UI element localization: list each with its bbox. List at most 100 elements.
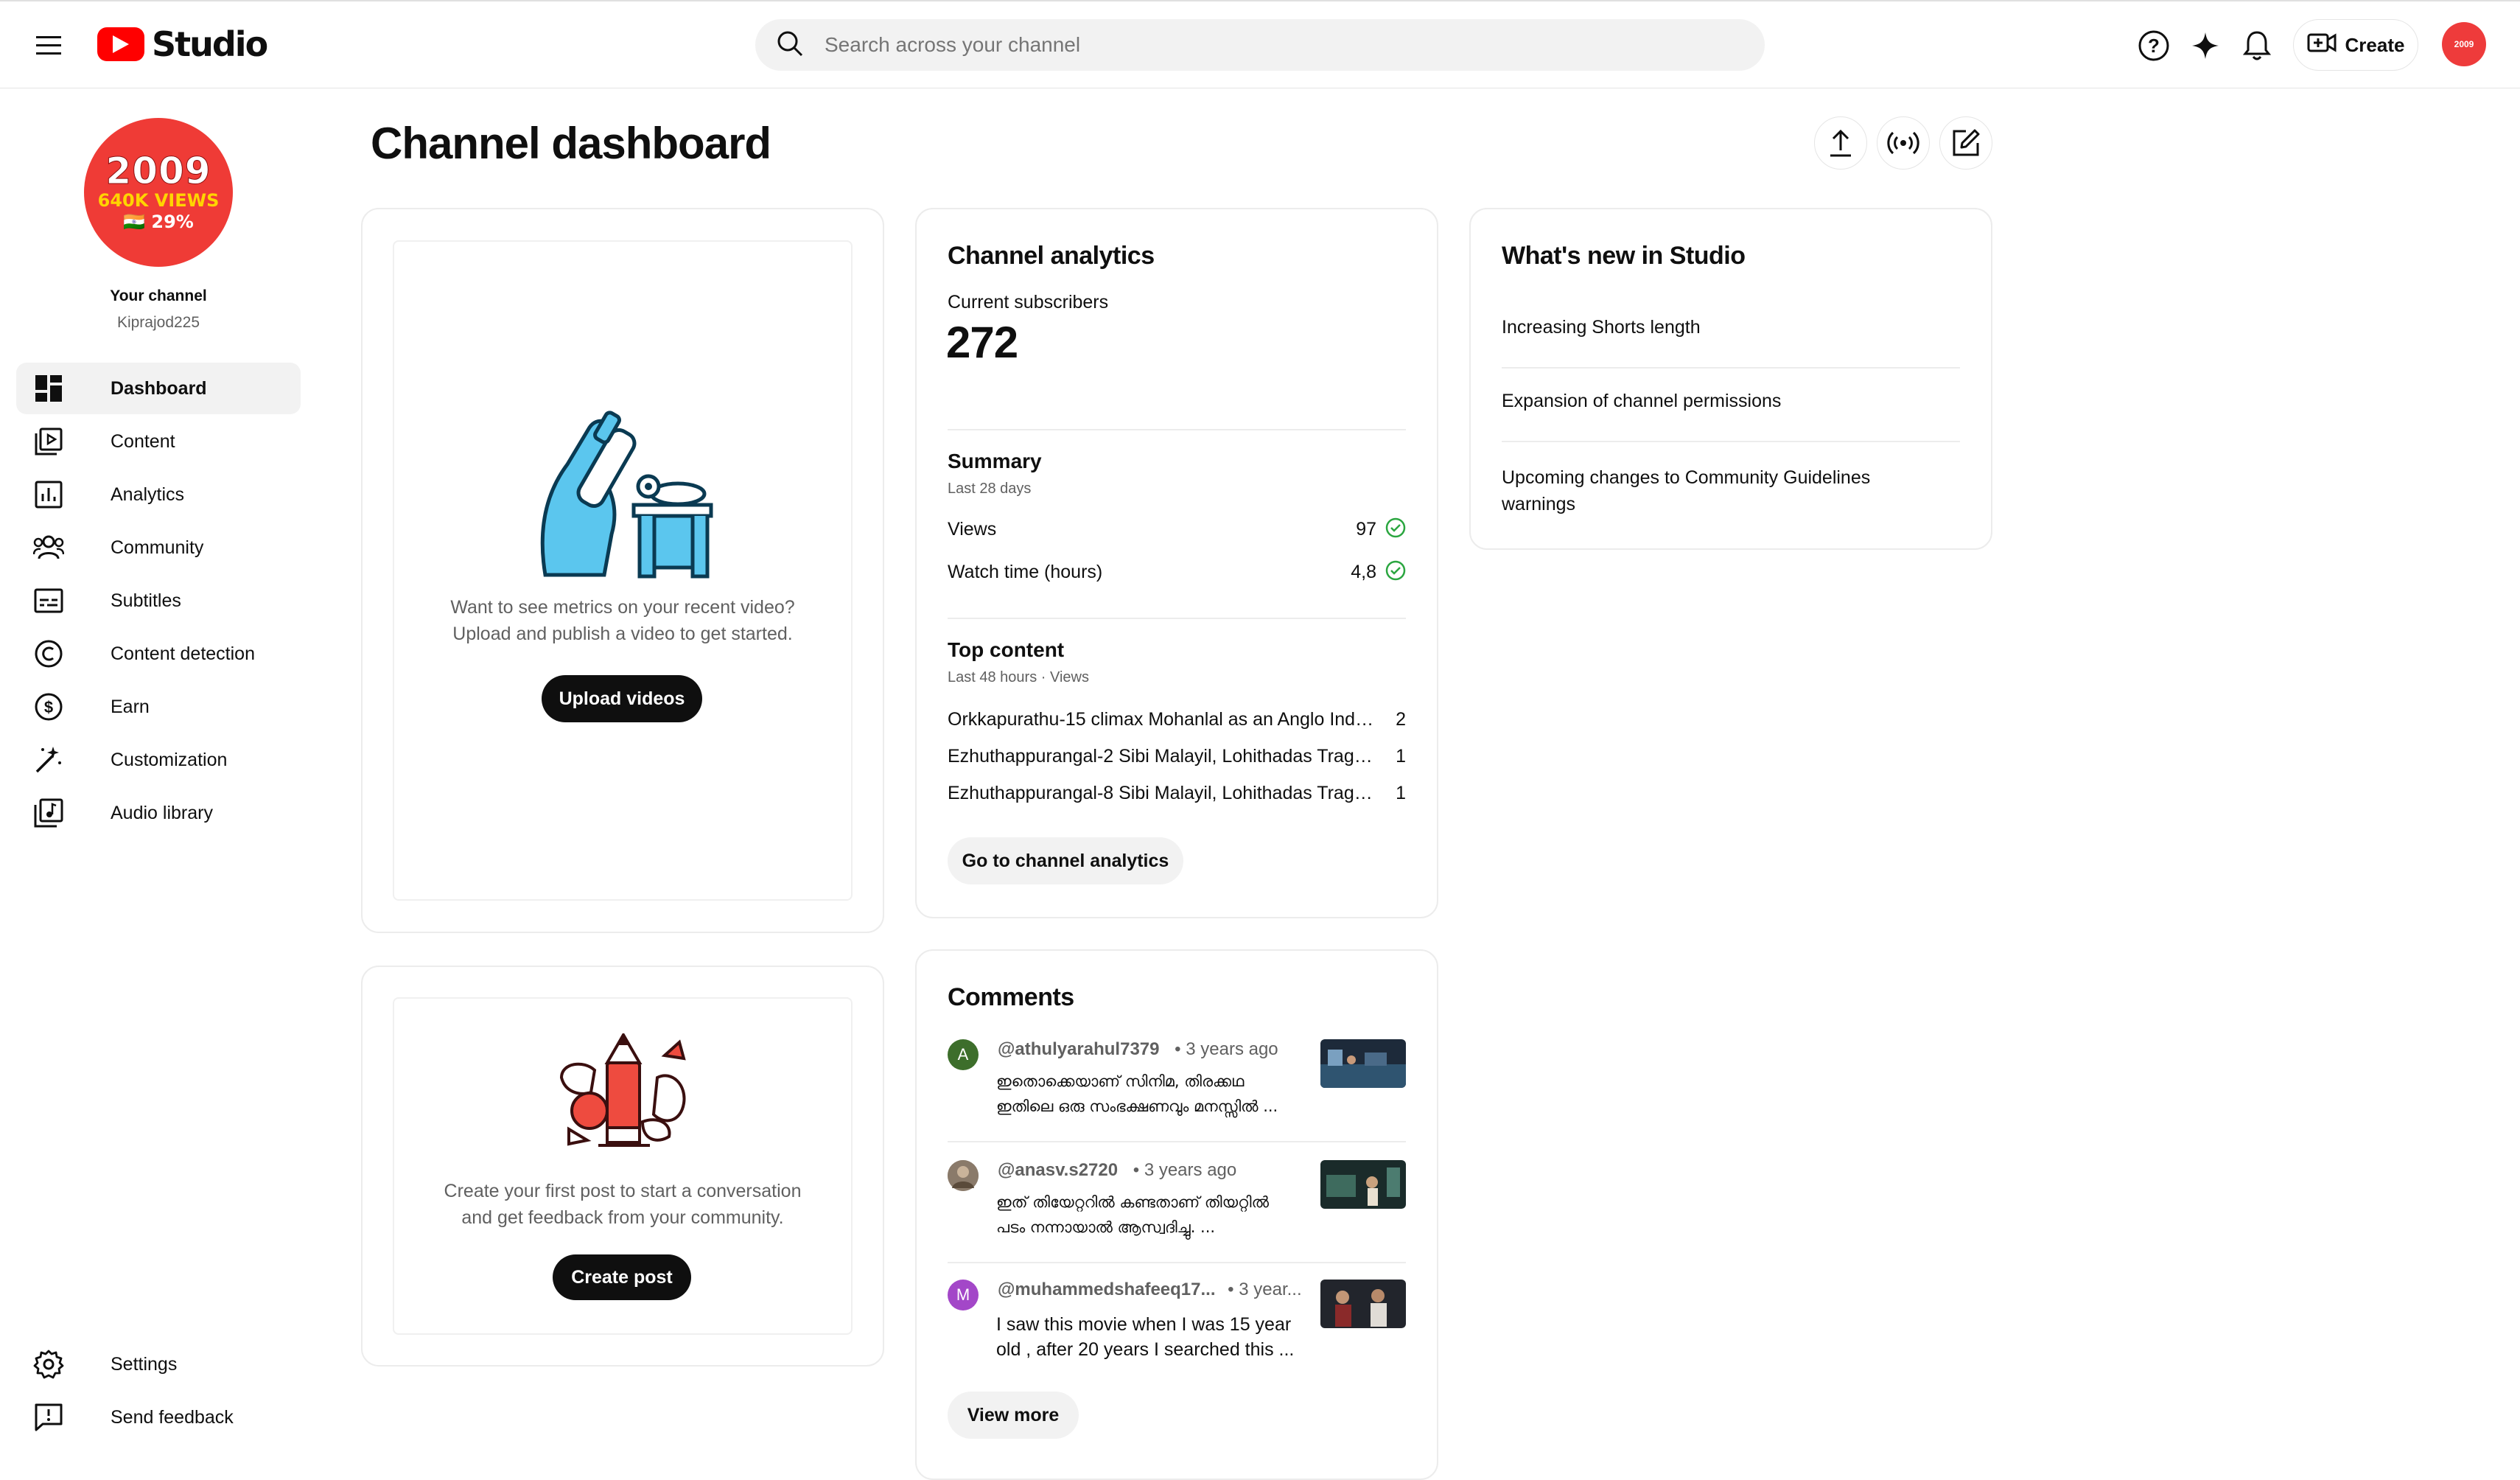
metric-row-watch-time[interactable]: Watch time (hours) 4,8	[948, 559, 1406, 585]
video-plus-icon	[2307, 32, 2337, 59]
create-label: Create	[2345, 33, 2405, 56]
sidebar-item-content-detection[interactable]: Content detection	[16, 628, 301, 680]
sidebar-item-earn[interactable]: $ Earn	[16, 681, 301, 733]
upload-prompt-line1: Want to see metrics on your recent video…	[450, 597, 795, 618]
check-circle-icon	[1385, 560, 1406, 584]
sidebar-item-settings[interactable]: Settings	[16, 1338, 301, 1390]
comment-text-line1: I saw this movie when I was 15 year	[996, 1314, 1292, 1335]
comment-item[interactable]: M @muhammedshafeeq17... • 3 year... I sa…	[948, 1272, 1406, 1368]
your-channel-label: Your channel	[110, 287, 207, 304]
avatar-pct: 🇮🇳 29%	[123, 212, 194, 232]
create-button[interactable]: Create	[2293, 19, 2418, 71]
comment-text-line1: ഇതൊക്കെയാണ് സിനിമ, തിരക്കഥ	[996, 1072, 1245, 1090]
upload-videos-button[interactable]: Upload videos	[542, 675, 702, 722]
dollar-icon: $	[32, 691, 65, 723]
video-views: 2	[1396, 708, 1406, 730]
sidebar-item-community[interactable]: Community	[16, 522, 301, 573]
top-content-row[interactable]: Ezhuthappurangal-8 Sibi Malayil, Lohitha…	[948, 780, 1406, 806]
microscope-illustration	[523, 405, 722, 582]
dashboard-icon	[32, 372, 65, 405]
create-post-prompt-line1: Create your first post to start a conver…	[444, 1181, 802, 1201]
check-circle-icon	[1385, 517, 1406, 542]
whats-new-item[interactable]: Upcoming changes to Community Guidelines…	[1502, 464, 1914, 517]
video-title: Ezhuthappurangal-8 Sibi Malayil, Lohitha…	[948, 782, 1375, 803]
divider	[1502, 367, 1960, 369]
avatar: M	[948, 1280, 979, 1310]
whats-new-item[interactable]: Expansion of channel permissions	[1502, 391, 1944, 412]
sparkle-icon[interactable]	[2186, 27, 2225, 65]
go-to-analytics-button[interactable]: Go to channel analytics	[948, 837, 1183, 884]
comment-item[interactable]: @anasv.s2720 • 3 years ago ഇത് തിയേറ്ററി…	[948, 1153, 1406, 1249]
community-icon	[32, 531, 65, 564]
bell-icon[interactable]	[2238, 27, 2276, 65]
sidebar-item-content[interactable]: Content	[16, 416, 301, 467]
edit-post-icon[interactable]	[1939, 116, 1992, 170]
whats-new-item[interactable]: Increasing Shorts length	[1502, 317, 1944, 338]
audio-library-icon	[32, 797, 65, 829]
copyright-icon	[32, 638, 65, 670]
sidebar-item-label: Dashboard	[111, 377, 207, 399]
top-content-title: Top content	[948, 638, 1065, 661]
video-thumbnail[interactable]	[1320, 1280, 1406, 1328]
divider	[948, 429, 1406, 430]
comment-author: @muhammedshafeeq17...	[998, 1280, 1216, 1299]
account-avatar[interactable]: 2009	[2442, 22, 2486, 66]
upload-prompt-line2: Upload and publish a video to get starte…	[452, 624, 793, 644]
summary-title: Summary	[948, 450, 1042, 472]
svg-text:$: $	[44, 698, 53, 716]
video-thumbnail[interactable]	[1320, 1039, 1406, 1088]
search-icon	[776, 29, 804, 61]
channel-avatar[interactable]: 2009 640K VIEWS 🇮🇳 29%	[84, 118, 233, 267]
divider	[948, 1262, 1406, 1263]
menu-icon[interactable]	[29, 27, 68, 65]
comment-time: • 3 years ago	[1133, 1160, 1237, 1180]
divider	[948, 618, 1406, 619]
create-post-prompt-line2: and get feedback from your community.	[461, 1207, 784, 1228]
page-title: Channel dashboard	[371, 119, 771, 168]
avatar-views: 640K VIEWS	[97, 190, 220, 211]
comment-text-line2: പടം നന്നായാൽ ആസ്വദിച്ചു. ...	[996, 1218, 1216, 1236]
content-icon	[32, 425, 65, 458]
magic-wand-icon	[32, 744, 65, 776]
avatar	[948, 1160, 979, 1191]
sidebar-item-analytics[interactable]: Analytics	[16, 469, 301, 520]
studio-logo[interactable]: Studio	[97, 21, 268, 68]
comment-author: @anasv.s2720	[998, 1160, 1119, 1180]
view-more-button[interactable]: View more	[948, 1392, 1079, 1439]
metric-label: Watch time (hours)	[948, 561, 1103, 582]
avatar: A	[948, 1039, 979, 1070]
search-input[interactable]	[823, 32, 1710, 57]
pencil-speech-illustration	[554, 1032, 691, 1151]
metric-value: 4,8	[1351, 561, 1376, 582]
metric-row-views[interactable]: Views 97	[948, 516, 1406, 542]
live-icon[interactable]	[1877, 116, 1930, 170]
sidebar-item-subtitles[interactable]: Subtitles	[16, 575, 301, 626]
comment-item[interactable]: A @athulyarahul7379 • 3 years ago ഇതൊക്ക…	[948, 1032, 1406, 1128]
summary-period: Last 28 days	[948, 481, 1032, 497]
help-icon[interactable]: ?	[2135, 27, 2173, 65]
sidebar-item-label: Content detection	[111, 643, 255, 664]
comment-text-line2: old , after 20 years I searched this ...	[996, 1339, 1295, 1360]
sidebar-item-audio-library[interactable]: Audio library	[16, 787, 301, 839]
sidebar-item-label: Customization	[111, 749, 228, 770]
top-content-row[interactable]: Ezhuthappurangal-2 Sibi Malayil, Lohitha…	[948, 743, 1406, 769]
sidebar-item-customization[interactable]: Customization	[16, 734, 301, 786]
sidebar-item-dashboard[interactable]: Dashboard	[16, 363, 301, 414]
comment-text-line2: ഇതിലെ ഒരു സംഭക്ഷണവും മനസ്സിൽ ...	[996, 1097, 1278, 1115]
sidebar-item-label: Analytics	[111, 484, 185, 505]
top-content-row[interactable]: Orkkapurathu-15 climax Mohanlal as an An…	[948, 706, 1406, 733]
upload-icon[interactable]	[1814, 116, 1867, 170]
subtitles-icon	[32, 584, 65, 617]
sidebar-item-label: Subtitles	[111, 590, 181, 611]
subscriber-count: 272	[946, 318, 1018, 367]
divider	[948, 1141, 1406, 1142]
create-post-button[interactable]: Create post	[553, 1254, 691, 1300]
sidebar-item-label: Content	[111, 430, 175, 452]
sidebar-item-send-feedback[interactable]: Send feedback	[16, 1392, 301, 1443]
whats-new-title: What's new in Studio	[1502, 242, 1746, 270]
metric-value: 97	[1356, 518, 1376, 540]
search-bar[interactable]	[755, 19, 1765, 71]
sidebar-item-label: Community	[111, 537, 204, 558]
top-content-period: Last 48 hours · Views	[948, 669, 1089, 685]
video-thumbnail[interactable]	[1320, 1160, 1406, 1209]
